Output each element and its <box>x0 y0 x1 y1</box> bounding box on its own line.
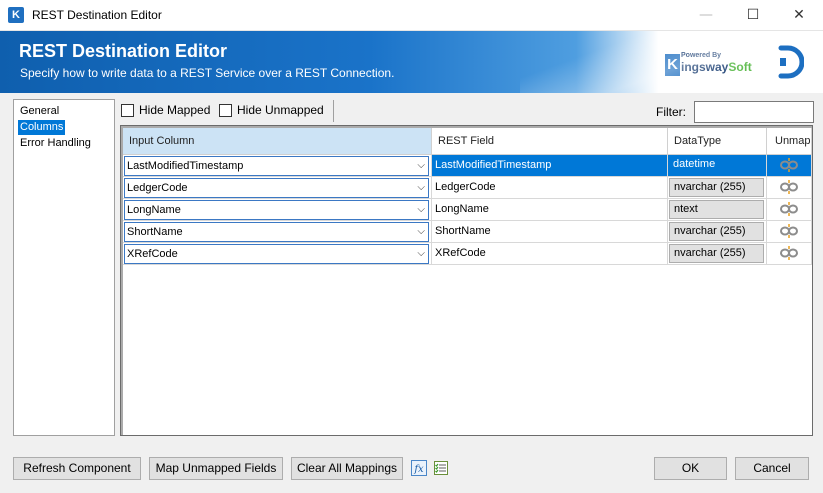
input-column-value: ShortName <box>127 226 183 238</box>
datatype-value: nvarchar (255) <box>669 222 764 241</box>
window-title: REST Destination Editor <box>32 8 162 22</box>
checklist-icon[interactable] <box>433 460 449 476</box>
expression-fx-icon[interactable]: fx <box>411 460 427 476</box>
datatype-cell: datetime <box>668 155 767 177</box>
input-column-value: LastModifiedTimestamp <box>127 160 244 172</box>
nav-panel: General Columns Error Handling <box>13 99 115 436</box>
datatype-value: nvarchar (255) <box>669 244 764 263</box>
unmap-cell <box>767 177 812 199</box>
unmap-cell <box>767 243 812 265</box>
hide-mapped-checkbox[interactable] <box>121 104 134 117</box>
datatype-cell: nvarchar (255) <box>668 177 767 199</box>
input-column-cell: LedgerCode ⌵ <box>123 177 432 199</box>
nav-item-columns[interactable]: Columns <box>18 120 66 135</box>
header-datatype[interactable]: DataType <box>668 128 767 155</box>
hide-unmapped-checkbox[interactable] <box>219 104 232 117</box>
table-row[interactable]: LedgerCode ⌵ LedgerCode nvarchar (255) <box>123 177 812 199</box>
unlink-icon[interactable] <box>779 246 799 260</box>
banner-subtitle: Specify how to write data to a REST Serv… <box>20 66 395 80</box>
expression-fx-text: fx <box>413 464 424 475</box>
chevron-down-icon[interactable]: ⌵ <box>417 157 425 175</box>
rest-field-cell: XRefCode <box>432 243 668 265</box>
datatype-cell: nvarchar (255) <box>668 221 767 243</box>
table-row[interactable]: LastModifiedTimestamp ⌵ LastModifiedTimes… <box>123 155 812 177</box>
datatype-value: nvarchar (255) <box>669 178 764 197</box>
rest-field-cell: ShortName <box>432 221 668 243</box>
ok-button[interactable]: OK <box>654 457 727 480</box>
maximize-button[interactable]: ☐ <box>730 0 776 31</box>
input-column-combo[interactable]: ShortName ⌵ <box>124 222 429 242</box>
kingswaysoft-logo: K Powered By ingswaySoft <box>662 50 758 78</box>
input-column-combo[interactable]: LongName ⌵ <box>124 200 429 220</box>
unmap-cell <box>767 221 812 243</box>
unlink-icon[interactable] <box>779 224 799 238</box>
title-bar: K REST Destination Editor — ☐ ✕ <box>0 0 823 31</box>
datatype-value: ntext <box>669 200 764 219</box>
rest-field-cell: LedgerCode <box>432 177 668 199</box>
input-column-combo[interactable]: LedgerCode ⌵ <box>124 178 429 198</box>
unlink-icon[interactable] <box>779 158 799 172</box>
input-column-value: XRefCode <box>127 248 178 260</box>
banner-title: REST Destination Editor <box>19 41 228 61</box>
input-column-combo[interactable]: XRefCode ⌵ <box>124 244 429 264</box>
datatype-cell: nvarchar (255) <box>668 243 767 265</box>
unlink-icon[interactable] <box>779 180 799 194</box>
header-input-column[interactable]: Input Column <box>123 128 432 155</box>
unmap-cell <box>767 155 812 177</box>
kingswaysoft-app-icon: K <box>8 7 24 23</box>
logo-name-part-b: Soft <box>728 60 752 74</box>
input-column-combo[interactable]: LastModifiedTimestamp ⌵ <box>124 156 429 176</box>
input-column-cell: ShortName ⌵ <box>123 221 432 243</box>
map-unmapped-fields-button[interactable]: Map Unmapped Fields <box>149 457 283 480</box>
filter-input[interactable] <box>694 101 814 123</box>
header-banner: REST Destination Editor Specify how to w… <box>0 31 823 93</box>
nav-item-error-handling[interactable]: Error Handling <box>18 136 93 151</box>
chevron-down-icon[interactable]: ⌵ <box>417 201 425 219</box>
unmap-cell <box>767 199 812 221</box>
clear-all-mappings-button[interactable]: Clear All Mappings <box>291 457 403 480</box>
nav-item-general[interactable]: General <box>18 104 61 119</box>
hide-mapped-label: Hide Mapped <box>139 103 211 117</box>
hide-unmapped-label: Hide Unmapped <box>237 103 324 117</box>
chevron-down-icon[interactable]: ⌵ <box>417 223 425 241</box>
table-row[interactable]: ShortName ⌵ ShortName nvarchar (255) <box>123 221 812 243</box>
columns-toolbar: Hide Mapped Hide Unmapped Filter: <box>120 100 820 123</box>
table-row[interactable]: XRefCode ⌵ XRefCode nvarchar (255) <box>123 243 812 265</box>
input-column-cell: LongName ⌵ <box>123 199 432 221</box>
rest-field-cell: LongName <box>432 199 668 221</box>
logo-powered-by: Powered By <box>681 52 722 59</box>
datatype-value: datetime <box>669 156 764 175</box>
logo-name-part-a: ingsway <box>681 60 729 74</box>
header-rest-field[interactable]: REST Field <box>432 128 668 155</box>
rest-field-cell: LastModifiedTimestamp <box>432 155 668 177</box>
close-button[interactable]: ✕ <box>776 0 822 31</box>
brand-d-icon <box>778 45 804 79</box>
chevron-down-icon[interactable]: ⌵ <box>417 179 425 197</box>
cancel-button[interactable]: Cancel <box>735 457 809 480</box>
mapping-grid-body: Input Column REST Field DataType Unmap L… <box>123 128 812 435</box>
input-column-value: LongName <box>127 204 181 216</box>
input-column-cell: LastModifiedTimestamp ⌵ <box>123 155 432 177</box>
chevron-down-icon[interactable]: ⌵ <box>417 245 425 263</box>
datatype-cell: ntext <box>668 199 767 221</box>
input-column-value: LedgerCode <box>127 182 188 194</box>
toolbar-separator <box>333 100 334 122</box>
minimize-button[interactable]: — <box>683 0 729 31</box>
unlink-icon[interactable] <box>779 202 799 216</box>
filter-label: Filter: <box>656 105 686 119</box>
input-column-cell: XRefCode ⌵ <box>123 243 432 265</box>
mapping-grid: Input Column REST Field DataType Unmap L… <box>120 125 813 436</box>
logo-name: ingswaySoft <box>681 60 752 74</box>
logo-k-icon: K <box>665 54 680 76</box>
refresh-component-button[interactable]: Refresh Component <box>13 457 141 480</box>
header-unmap[interactable]: Unmap <box>767 128 812 155</box>
table-row[interactable]: LongName ⌵ LongName ntext <box>123 199 812 221</box>
